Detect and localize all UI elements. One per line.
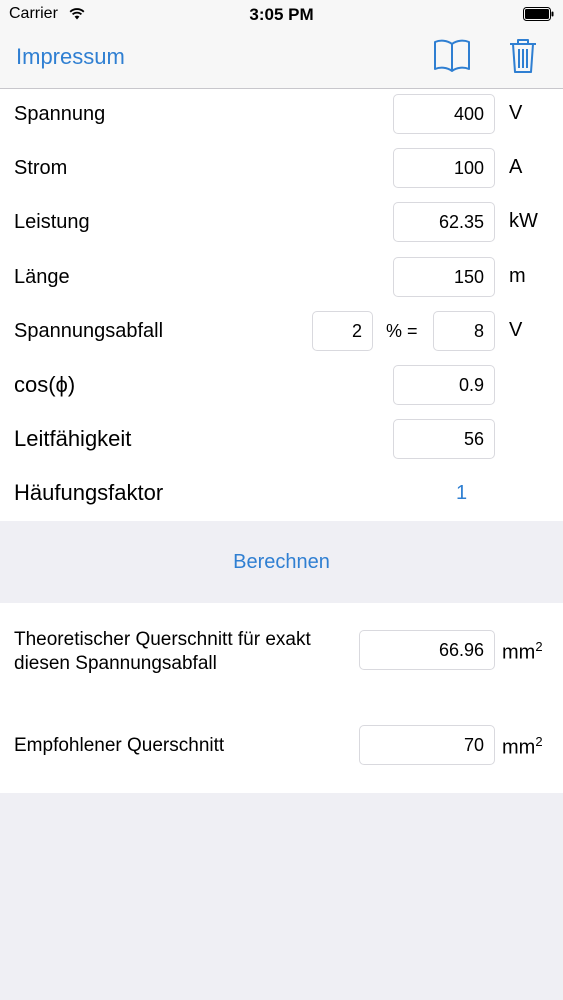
results-section: Theoretischer Querschnitt für exakt dies…	[0, 603, 563, 793]
laenge-input[interactable]: 150	[393, 257, 495, 297]
recommended-cross-section-value: 70	[359, 725, 495, 765]
spannung-input[interactable]: 400	[393, 94, 495, 134]
theoretical-cross-section-value: 66.96	[359, 630, 495, 670]
status-bar: Carrier 3:05 PM	[0, 0, 563, 30]
book-icon[interactable]	[432, 38, 472, 72]
haeufungsfaktor-label: Häufungsfaktor	[14, 480, 164, 505]
leitfaehigkeit-input[interactable]: 56	[393, 419, 495, 459]
row-laenge: Länge 150 m	[0, 252, 563, 306]
row-spannungsabfall: Spannungsabfall 2 % = 8 V	[0, 306, 563, 360]
strom-unit: A	[509, 156, 523, 178]
theoretical-label-line2: diesen Spannungsabfall	[14, 653, 217, 674]
impressum-link[interactable]: Impressum	[16, 44, 125, 70]
calculate-section: Berechnen	[0, 521, 563, 603]
row-strom: Strom 100 A	[0, 143, 563, 197]
haeufungsfaktor-value[interactable]: 1	[456, 482, 467, 505]
theoretical-label-line1: Theoretischer Querschnitt für exakt	[14, 629, 311, 650]
spannungsabfall-label: Spannungsabfall	[14, 320, 164, 342]
theoretical-cross-section-label: Theoretischer Querschnitt für exakt dies…	[14, 628, 311, 676]
recommended-unit: mm2	[502, 734, 543, 759]
theoretical-unit: mm2	[502, 639, 543, 664]
row-spannung: Spannung 400 V	[0, 89, 563, 143]
spannungsabfall-volts-input[interactable]: 8	[433, 311, 495, 351]
laenge-label: Länge	[14, 266, 70, 288]
row-haeufungsfaktor: Häufungsfaktor 1	[0, 468, 563, 522]
battery-icon	[523, 7, 554, 21]
spannung-unit: V	[509, 102, 523, 124]
row-cos: cos(ϕ) 0.9	[0, 360, 563, 414]
spannungsabfall-percent-input[interactable]: 2	[312, 311, 373, 351]
cos-label: cos(ϕ)	[14, 372, 76, 397]
row-leitfaehigkeit: Leitfähigkeit 56	[0, 414, 563, 468]
spannung-label: Spannung	[14, 103, 106, 125]
input-form: Spannung 400 V Strom 100 A Leistung 62.3…	[0, 89, 563, 521]
spannungsabfall-unit: V	[509, 319, 523, 341]
trash-icon[interactable]	[508, 38, 538, 74]
leitfaehigkeit-label: Leitfähigkeit	[14, 426, 132, 451]
calculate-button[interactable]: Berechnen	[0, 551, 563, 574]
clock: 3:05 PM	[249, 5, 314, 24]
leistung-input[interactable]: 62.35	[393, 202, 495, 242]
strom-input[interactable]: 100	[393, 148, 495, 188]
leistung-label: Leistung	[14, 211, 90, 233]
leistung-unit: kW	[509, 210, 538, 232]
cos-input[interactable]: 0.9	[393, 365, 495, 405]
percent-equals-label: % =	[386, 321, 418, 341]
navigation-bar: Carrier 3:05 PM Impressum	[0, 0, 563, 89]
strom-label: Strom	[14, 157, 68, 179]
laenge-unit: m	[509, 265, 526, 287]
recommended-cross-section-label: Empfohlener Querschnitt	[14, 735, 225, 756]
row-leistung: Leistung 62.35 kW	[0, 197, 563, 251]
